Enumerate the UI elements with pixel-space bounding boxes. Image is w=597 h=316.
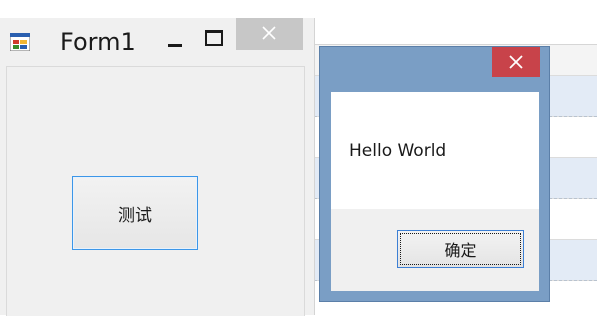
ok-button-label: 确定 (444, 241, 477, 260)
window-title: Form1 (60, 28, 136, 56)
maximize-button[interactable] (198, 24, 228, 58)
message-text: Hello World (349, 141, 447, 161)
close-icon (262, 26, 276, 40)
form1-titlebar[interactable]: Form1 (0, 18, 314, 64)
app-form-icon[interactable] (9, 32, 31, 52)
ok-button[interactable]: 确定 (397, 230, 524, 268)
minimize-button[interactable] (160, 24, 190, 58)
maximize-icon (205, 30, 223, 46)
form1-window: Form1 测试 (0, 18, 315, 316)
form1-client-area: 测试 (6, 66, 305, 316)
close-button[interactable] (236, 18, 303, 50)
message-box-close-button[interactable] (492, 47, 540, 77)
test-button[interactable]: 测试 (72, 176, 198, 250)
close-icon (509, 55, 523, 69)
message-box-dialog: Hello World 确定 (319, 46, 550, 302)
message-box-footer: 确定 (331, 209, 539, 291)
message-box-content: Hello World (331, 92, 539, 209)
minimize-icon (168, 44, 182, 47)
